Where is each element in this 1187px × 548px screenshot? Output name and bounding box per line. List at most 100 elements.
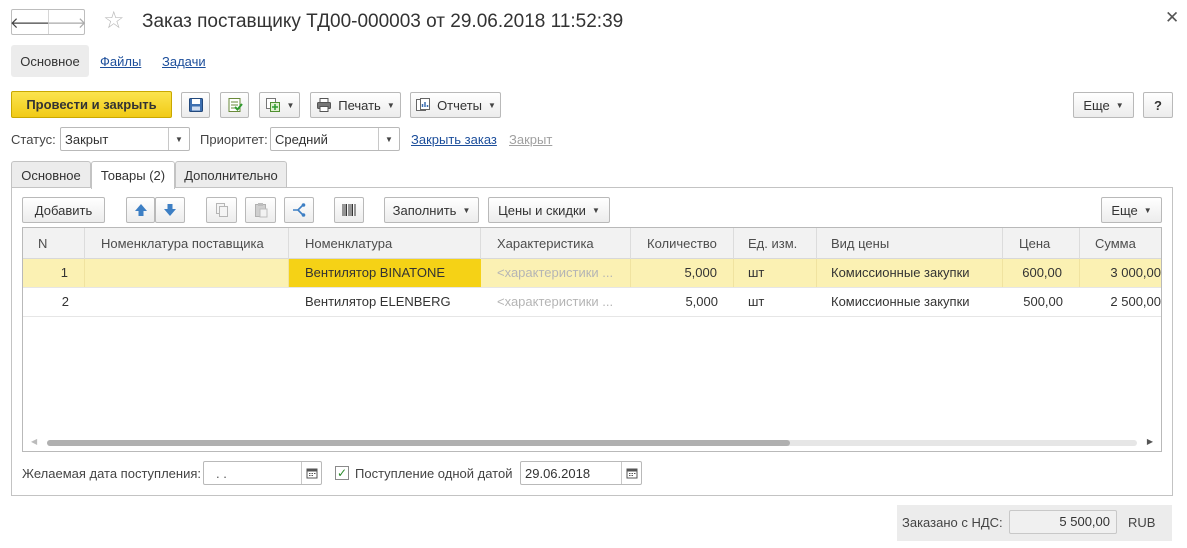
goods-more-menu-button[interactable]: Еще ▼ <box>1101 197 1162 223</box>
scroll-right-icon[interactable]: ▶ <box>1147 437 1153 446</box>
single-date-label: Поступление одной датой <box>355 466 513 481</box>
column-header-sum[interactable]: Сумма <box>1080 228 1161 259</box>
calendar-icon <box>626 468 637 479</box>
save-button[interactable] <box>181 92 210 118</box>
barcode-button[interactable] <box>334 197 364 223</box>
split-button[interactable] <box>284 197 314 223</box>
print-menu-button[interactable]: Печать ▼ <box>310 92 401 118</box>
post-button[interactable] <box>220 92 249 118</box>
desired-date-value[interactable]: . . <box>204 466 301 481</box>
calendar-icon <box>306 468 317 479</box>
column-header-item[interactable]: Номенклатура <box>289 228 481 259</box>
cell-item[interactable]: Вентилятор ELENBERG <box>289 288 481 316</box>
column-header-price-type[interactable]: Вид цены <box>817 228 1003 259</box>
split-lines-icon <box>293 203 306 217</box>
barcode-icon <box>342 204 356 216</box>
cell-quantity[interactable]: 5,000 <box>631 259 734 287</box>
section-files-link[interactable]: Файлы <box>100 54 141 69</box>
post-document-icon <box>228 98 243 112</box>
column-header-quantity[interactable]: Количество <box>631 228 734 259</box>
reports-menu-button[interactable]: Отчеты ▼ <box>410 92 501 118</box>
chevron-down-icon: ▼ <box>591 205 600 215</box>
column-header-characteristic[interactable]: Характеристика <box>481 228 631 259</box>
cell-price-type[interactable]: Комиссионные закупки <box>817 288 1003 316</box>
priority-select[interactable]: Средний ▼ <box>270 127 400 151</box>
chevron-down-icon: ▼ <box>488 100 496 110</box>
calendar-button[interactable] <box>301 462 321 484</box>
desired-date-field[interactable]: . . <box>203 461 322 485</box>
copy-button[interactable] <box>206 197 237 223</box>
chevron-down-icon[interactable]: ▼ <box>378 128 399 150</box>
move-down-button[interactable] <box>155 197 185 223</box>
paste-button[interactable] <box>245 197 276 223</box>
status-value: Закрыт <box>65 131 109 147</box>
post-and-close-button[interactable]: Провести и закрыть <box>11 91 172 118</box>
cell-supplier-item[interactable] <box>85 288 289 316</box>
tab-additional[interactable]: Дополнительно <box>175 161 287 188</box>
add-button[interactable]: Добавить <box>22 197 105 223</box>
cell-unit[interactable]: шт <box>734 259 817 287</box>
cell-price-type[interactable]: Комиссионные закупки <box>817 259 1003 287</box>
single-date-field[interactable]: 29.06.2018 <box>520 461 642 485</box>
more-menu-button[interactable]: Еще ▼ <box>1073 92 1134 118</box>
cell-price[interactable]: 600,00 <box>1003 259 1080 287</box>
column-header-supplier-item[interactable]: Номенклатура поставщика <box>85 228 289 259</box>
help-button[interactable]: ? <box>1143 92 1173 118</box>
column-header-price[interactable]: Цена <box>1003 228 1080 259</box>
cell-sum[interactable]: 2 500,00 <box>1080 288 1161 316</box>
prices-label: Цены и скидки <box>498 202 586 218</box>
fill-menu-button[interactable]: Заполнить ▼ <box>384 197 479 223</box>
tab-goods[interactable]: Товары (2) <box>91 161 175 189</box>
arrow-right-icon: 🡒 <box>46 14 87 32</box>
single-date-value[interactable]: 29.06.2018 <box>521 466 621 481</box>
currency-label: RUB <box>1128 515 1156 530</box>
scroll-left-icon[interactable]: ◀ <box>31 437 37 446</box>
close-order-link[interactable]: Закрыть заказ <box>411 132 497 147</box>
cell-price[interactable]: 500,00 <box>1003 288 1080 316</box>
section-main[interactable]: Основное <box>11 45 89 77</box>
tab-main[interactable]: Основное <box>11 161 91 188</box>
cell-sum[interactable]: 3 000,00 <box>1080 259 1161 287</box>
back-button[interactable]: 🡐 <box>10 10 50 34</box>
cell-unit[interactable]: шт <box>734 288 817 316</box>
print-label: Печать <box>338 97 381 113</box>
create-based-on-icon <box>265 98 280 112</box>
forward-button[interactable]: 🡒 <box>46 10 87 34</box>
table-row[interactable]: 2 Вентилятор ELENBERG <характеристики ..… <box>23 288 1161 317</box>
section-tasks-link[interactable]: Задачи <box>162 54 206 69</box>
cell-n[interactable]: 2 <box>23 288 85 316</box>
copy-icon <box>215 203 228 217</box>
prices-discounts-menu-button[interactable]: Цены и скидки ▼ <box>488 197 610 223</box>
save-icon <box>188 98 203 112</box>
horizontal-scrollbar[interactable]: ◀ ▶ <box>23 435 1161 451</box>
desired-date-label: Желаемая дата поступления: <box>22 466 202 481</box>
move-up-button[interactable] <box>126 197 155 223</box>
printer-icon <box>317 98 332 112</box>
status-select[interactable]: Закрыт ▼ <box>60 127 190 151</box>
table-row[interactable]: 1 Вентилятор BINATONE <характеристики ..… <box>23 259 1161 288</box>
ordered-vat-value: 5 500,00 <box>1009 510 1117 534</box>
chevron-down-icon[interactable]: ▼ <box>168 128 189 150</box>
ordered-vat-label: Заказано с НДС: <box>902 515 1003 530</box>
cell-item[interactable]: Вентилятор BINATONE <box>289 259 481 287</box>
single-date-checkbox[interactable]: ✓ <box>335 466 349 480</box>
history-nav: 🡐 🡒 <box>10 9 87 35</box>
column-header-unit[interactable]: Ед. изм. <box>734 228 817 259</box>
close-icon[interactable]: ✕ <box>1165 8 1179 28</box>
cell-supplier-item[interactable] <box>85 259 289 287</box>
create-based-on-button[interactable]: ▼ <box>259 92 300 118</box>
fill-label: Заполнить <box>392 202 457 218</box>
favorite-star-icon[interactable]: ☆ <box>103 8 125 34</box>
column-header-n[interactable]: N <box>23 228 85 259</box>
cell-characteristic[interactable]: <характеристики ... <box>481 259 631 287</box>
closed-link: Закрыт <box>509 132 553 147</box>
arrow-up-icon <box>134 204 147 216</box>
priority-value: Средний <box>275 131 328 147</box>
cell-quantity[interactable]: 5,000 <box>631 288 734 316</box>
calendar-button[interactable] <box>621 462 641 484</box>
cell-n[interactable]: 1 <box>23 259 85 287</box>
scrollbar-thumb[interactable] <box>47 440 790 446</box>
cell-characteristic[interactable]: <характеристики ... <box>481 288 631 316</box>
table-header: N Номенклатура поставщика Номенклатура Х… <box>23 228 1161 259</box>
reports-label: Отчеты <box>437 97 482 113</box>
